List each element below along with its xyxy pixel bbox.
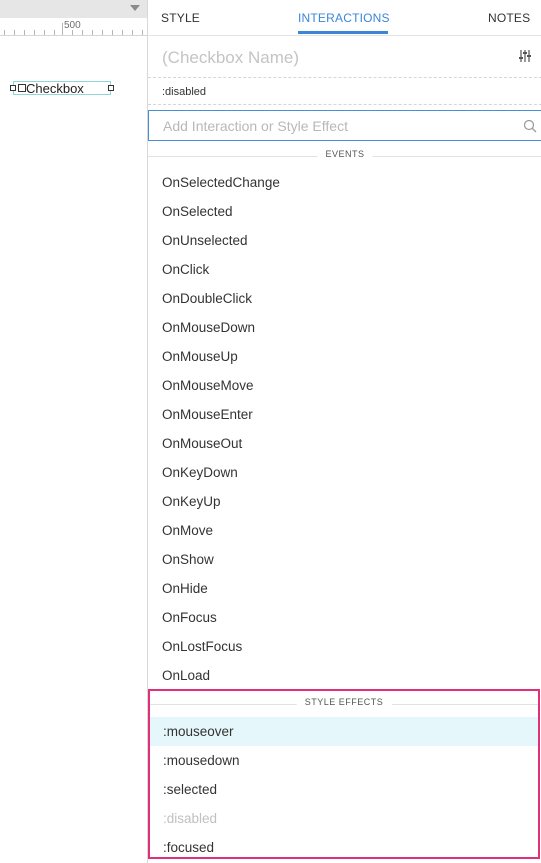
ruler-tick (34, 30, 35, 35)
widget-name-field[interactable]: (Checkbox Name) (162, 48, 299, 68)
style-effect-item[interactable]: :mousedown (150, 746, 538, 775)
state-label: :disabled (162, 86, 207, 98)
style-effect-item-disabled: :disabled (163, 811, 218, 826)
style-effect-item[interactable]: :mouseover (150, 717, 538, 746)
inspector-tabs: STYLE INTERACTIONS NOTES (148, 0, 541, 36)
event-item[interactable]: OnHide (148, 574, 541, 603)
ruler-tick (72, 30, 73, 35)
events-header-label: EVENTS (317, 149, 373, 159)
event-item[interactable]: OnLoad (148, 661, 541, 690)
ruler-tick (82, 30, 83, 35)
state-row[interactable]: :disabled (148, 79, 541, 105)
style-effects-section: STYLE EFFECTS :mouseover :mousedown :sel… (148, 689, 540, 859)
ruler-tick (92, 30, 93, 35)
style-effects-header-label: STYLE EFFECTS (296, 697, 392, 707)
ruler-tick (62, 23, 63, 35)
event-item[interactable]: OnKeyDown (148, 458, 541, 487)
event-item[interactable]: OnMouseDown (148, 313, 541, 342)
event-item[interactable]: OnSelectedChange (148, 168, 541, 197)
widget-name-row: (Checkbox Name) (148, 36, 541, 78)
ruler-tick (24, 30, 25, 35)
event-item[interactable]: OnSelected (148, 197, 541, 226)
event-item[interactable]: OnFocus (148, 603, 541, 632)
interaction-search-input[interactable] (149, 111, 509, 140)
ruler-tick (102, 30, 103, 35)
app-root: 500 Checkbox STYLE INTERACTIONS NOTES (C… (0, 0, 541, 863)
event-item[interactable]: OnDoubleClick (148, 284, 541, 313)
event-item[interactable]: OnMouseOut (148, 429, 541, 458)
style-effects-list: :mouseover :mousedown :selected :disable… (150, 717, 538, 862)
checkbox-widget-label: Checkbox (26, 81, 84, 96)
ruler-tick (44, 30, 45, 35)
resize-handle-right[interactable] (108, 85, 114, 91)
event-item[interactable]: OnMouseUp (148, 342, 541, 371)
style-effect-item[interactable]: :focused (150, 833, 538, 862)
event-item[interactable]: OnClick (148, 255, 541, 284)
horizontal-ruler: 500 (0, 18, 147, 36)
tab-style[interactable]: STYLE (161, 11, 200, 25)
ruler-tick (112, 30, 113, 35)
search-icon (523, 119, 537, 133)
events-list: OnSelectedChange OnSelected OnUnselected… (148, 168, 541, 690)
ruler-tick (142, 30, 143, 35)
style-effect-item[interactable]: :selected (150, 775, 538, 804)
event-item[interactable]: OnLostFocus (148, 632, 541, 661)
checkbox-box[interactable] (18, 84, 26, 92)
event-item[interactable]: OnMove (148, 516, 541, 545)
ruler-toolbar (0, 0, 147, 18)
style-effects-header: STYLE EFFECTS (150, 697, 538, 711)
active-tab-indicator (298, 31, 388, 34)
events-header: EVENTS (148, 149, 541, 163)
ruler-tick (132, 30, 133, 35)
event-item[interactable]: OnMouseEnter (148, 400, 541, 429)
event-item[interactable]: OnUnselected (148, 226, 541, 255)
inspector-panel: STYLE INTERACTIONS NOTES (Checkbox Name)… (147, 0, 541, 863)
checkbox-widget[interactable]: Checkbox (10, 81, 114, 96)
ruler-tick (122, 30, 123, 35)
tab-interactions[interactable]: INTERACTIONS (298, 11, 390, 25)
tab-notes[interactable]: NOTES (488, 11, 530, 25)
design-canvas[interactable]: 500 Checkbox (0, 0, 147, 863)
ruler-tick (54, 30, 55, 35)
resize-handle-left[interactable] (10, 85, 16, 91)
event-item[interactable]: OnMouseMove (148, 371, 541, 400)
ruler-tick (4, 30, 5, 35)
sliders-icon[interactable] (518, 49, 532, 63)
ruler-tick (14, 30, 15, 35)
event-item[interactable]: OnShow (148, 545, 541, 574)
event-item[interactable]: OnKeyUp (148, 487, 541, 516)
chevron-down-icon[interactable] (130, 5, 140, 11)
interaction-search (148, 110, 541, 141)
